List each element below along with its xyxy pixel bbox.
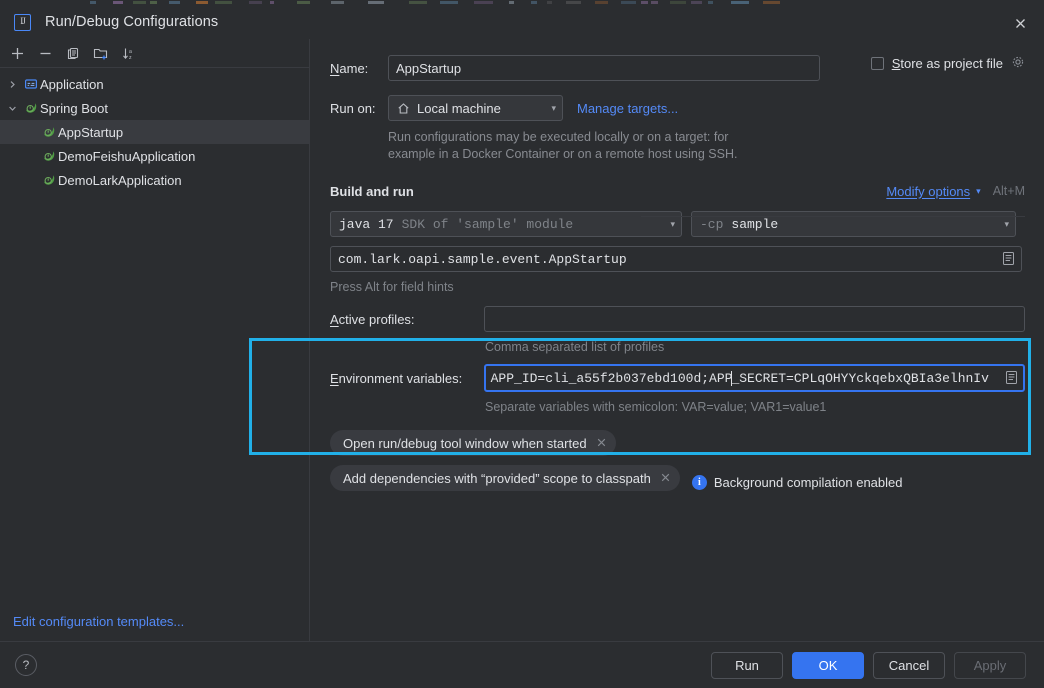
tree-item-appstartup[interactable]: AppStartup — [0, 120, 309, 144]
add-configuration-button[interactable] — [4, 41, 30, 65]
option-chip[interactable]: Add dependencies with “provided” scope t… — [330, 465, 680, 491]
tree-item-label: Spring Boot — [40, 101, 108, 116]
classpath-dropdown[interactable]: -cp sample ▾ — [691, 211, 1016, 237]
active-profiles-label: Active profiles: — [330, 312, 484, 327]
sort-configurations-button[interactable]: a z — [116, 41, 142, 65]
option-chip-label: Open run/debug tool window when started — [343, 436, 587, 451]
spring-boot-icon — [22, 101, 40, 115]
tree-item-label: Application — [40, 77, 104, 92]
help-icon[interactable]: ? — [15, 654, 37, 676]
sidebar-toolbar: a z — [0, 39, 309, 68]
cancel-button[interactable]: Cancel — [873, 652, 945, 679]
option-chip-line: Open run/debug tool window when started — [330, 430, 1025, 465]
run-button[interactable]: Run — [711, 652, 783, 679]
active-profiles-row: Active profiles: — [330, 306, 1025, 332]
configuration-tree: Application Spring Boot AppStartup DemoFeis… — [0, 68, 309, 192]
manage-targets-link[interactable]: Manage targets... — [577, 101, 678, 116]
store-as-project-file-checkbox[interactable] — [871, 57, 884, 70]
build-and-run-header: Build and run Modify options ▾ Alt+M — [330, 175, 1025, 207]
run-on-target-value: Local machine — [417, 101, 501, 116]
dialog-title-bar: Run/Debug Configurations — [0, 5, 1044, 39]
close-chip-icon[interactable] — [660, 471, 671, 486]
modify-options-link[interactable]: Modify options — [886, 184, 970, 199]
run-on-hint: Run configurations may be executed local… — [388, 129, 1025, 163]
jdk-description: SDK of 'sample' module — [402, 217, 574, 232]
expand-editor-icon[interactable] — [1005, 370, 1018, 388]
expand-editor-icon[interactable] — [1002, 251, 1015, 269]
build-and-run-title: Build and run — [330, 184, 414, 199]
active-profiles-hint: Comma separated list of profiles — [485, 340, 1025, 354]
jdk-dropdown[interactable]: java 17 SDK of 'sample' module ▾ — [330, 211, 682, 237]
tree-item-application[interactable]: Application — [0, 72, 309, 96]
tree-item-label: DemoLarkApplication — [58, 173, 182, 188]
tree-item-spring-boot[interactable]: Spring Boot — [0, 96, 309, 120]
option-chips: Open run/debug tool window when started A… — [330, 430, 1025, 500]
configurations-sidebar: a z Application Spring Boot AppStartup Demo… — [0, 39, 310, 641]
spring-boot-icon — [40, 125, 58, 139]
tree-item-demofeishuapplication[interactable]: DemoFeishuApplication — [0, 144, 309, 168]
chevron-down-icon: ▾ — [662, 219, 675, 230]
apply-button: Apply — [954, 652, 1026, 679]
alt-field-hints-note: Press Alt for field hints — [330, 280, 1025, 294]
close-chip-icon[interactable] — [596, 436, 607, 451]
environment-variables-row: Environment variables: APP_ID=cli_a55f2b… — [330, 364, 1025, 392]
tree-item-label: DemoFeishuApplication — [58, 149, 195, 164]
application-icon — [22, 77, 40, 91]
modify-options-shortcut: Alt+M — [993, 184, 1025, 198]
background-compilation-note: Background compilation enabled — [714, 475, 903, 490]
run-debug-configurations-dialog: Run/Debug Configurations — [0, 0, 1044, 688]
option-chip-label: Add dependencies with “provided” scope t… — [343, 471, 651, 486]
option-chip-line: Add dependencies with “provided” scope t… — [330, 465, 1025, 500]
new-folder-button[interactable] — [88, 41, 114, 65]
gear-icon[interactable] — [1011, 55, 1025, 72]
classpath-module: sample — [731, 217, 778, 232]
build-and-run-selectors: java 17 SDK of 'sample' module ▾ -cp sam… — [330, 211, 1025, 237]
tree-item-label: AppStartup — [58, 125, 123, 140]
environment-variables-value-after-caret: _SECRET=CPLqOHYYckqebxQBIa3elhnIv — [731, 371, 988, 386]
run-on-row: Run on: Local machine ▾ Manage targets..… — [330, 95, 1025, 121]
store-as-project-file-label: Store as project file — [892, 56, 1003, 71]
option-chip[interactable]: Open run/debug tool window when started — [330, 430, 616, 456]
active-profiles-input[interactable] — [484, 306, 1025, 332]
dialog-footer: ? Run OK Cancel Apply — [0, 641, 1044, 688]
copy-configuration-button[interactable] — [60, 41, 86, 65]
chevron-down-icon: ▾ — [996, 219, 1009, 230]
chevron-down-icon[interactable] — [2, 104, 22, 113]
main-class-value: com.lark.oapi.sample.event.AppStartup — [338, 252, 627, 267]
spring-boot-icon — [40, 173, 58, 187]
environment-variables-label: Environment variables: — [330, 371, 484, 386]
edit-configuration-templates-link[interactable]: Edit configuration templates... — [13, 614, 184, 629]
chevron-down-icon[interactable]: ▾ — [976, 186, 981, 197]
spring-boot-icon — [40, 149, 58, 163]
store-as-project-file-option[interactable]: Store as project file — [871, 55, 1025, 72]
environment-variables-value-before-caret: APP_ID=cli_a55f2b037ebd100d;APP — [491, 371, 733, 386]
tree-item-demolarkapplication[interactable]: DemoLarkApplication — [0, 168, 309, 192]
name-label: Name: — [330, 61, 388, 76]
intellij-idea-logo-icon — [14, 14, 31, 31]
ok-button[interactable]: OK — [792, 652, 864, 679]
footer-buttons: Run OK Cancel Apply — [711, 652, 1026, 679]
chevron-right-icon[interactable] — [2, 80, 22, 89]
close-icon[interactable] — [1004, 9, 1036, 37]
environment-variables-hint: Separate variables with semicolon: VAR=v… — [485, 400, 1025, 414]
svg-text:z: z — [129, 55, 132, 61]
dialog-title: Run/Debug Configurations — [45, 14, 218, 30]
main-class-input[interactable]: com.lark.oapi.sample.event.AppStartup — [330, 246, 1022, 272]
home-icon — [397, 102, 410, 115]
run-on-target-dropdown[interactable]: Local machine ▾ — [388, 95, 563, 121]
section-divider — [641, 216, 1025, 217]
name-input[interactable]: AppStartup — [388, 55, 820, 81]
jdk-name: java 17 — [339, 217, 394, 232]
run-on-label: Run on: — [330, 101, 388, 116]
configuration-form: Name: AppStartup Store as project file R… — [311, 39, 1044, 641]
classpath-flag: -cp — [700, 217, 723, 232]
info-icon: i — [692, 475, 707, 490]
chevron-down-icon: ▾ — [543, 103, 556, 114]
environment-variables-input[interactable]: APP_ID=cli_a55f2b037ebd100d;APP _SECRET=C… — [484, 364, 1025, 392]
remove-configuration-button[interactable] — [32, 41, 58, 65]
